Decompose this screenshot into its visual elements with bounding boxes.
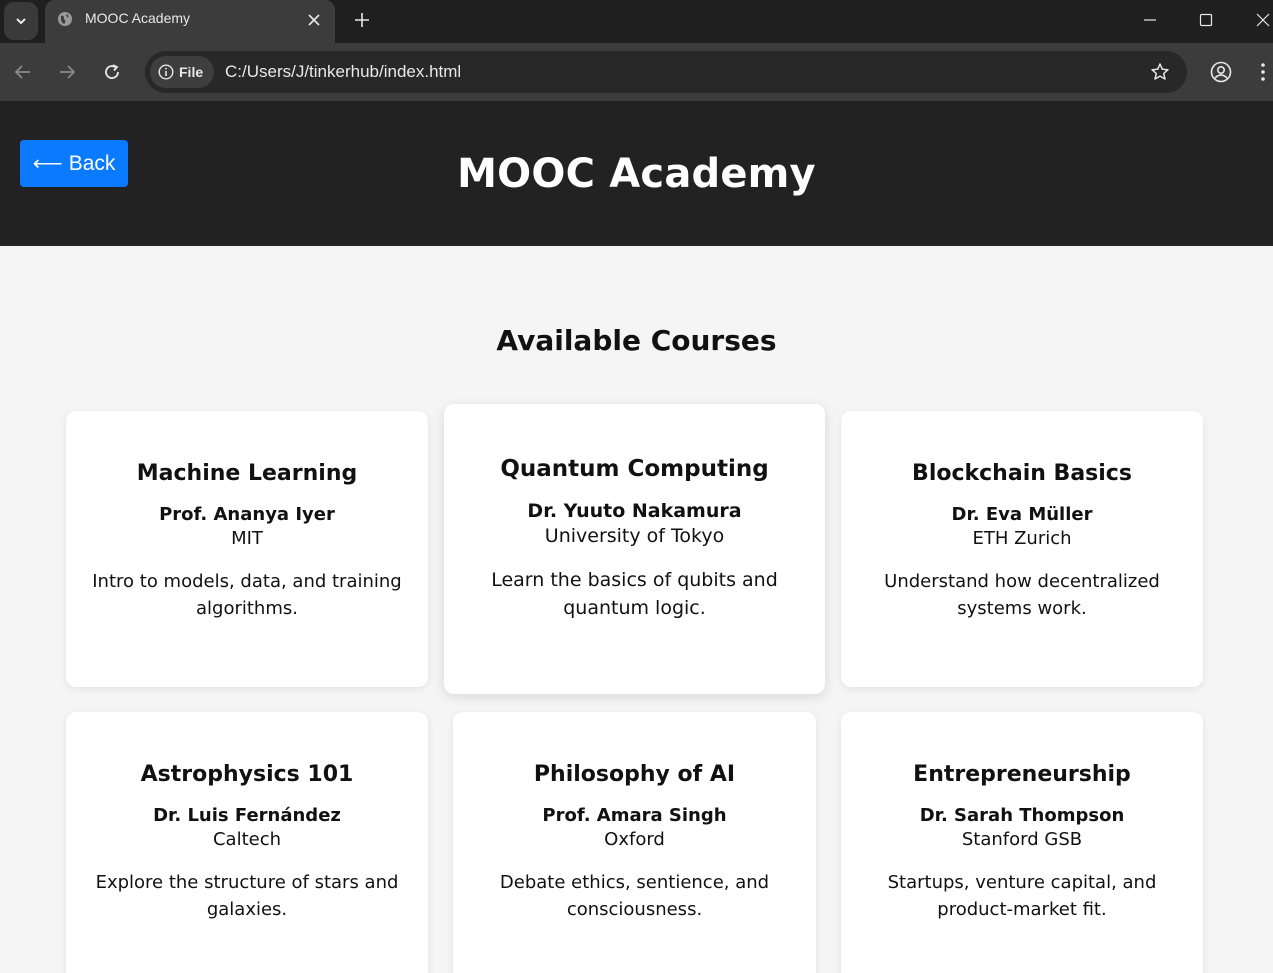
chip-label: File: [179, 64, 204, 80]
course-title: Astrophysics 101: [140, 762, 354, 787]
browser-tab[interactable]: MOOC Academy: [45, 0, 335, 43]
course-description: Startups, venture capital, and product-m…: [887, 872, 1157, 920]
kebab-menu-icon: [1261, 63, 1265, 81]
course-title: Philosophy of AI: [533, 762, 736, 787]
course-institution: Caltech: [212, 829, 282, 850]
reload-icon: [105, 64, 119, 79]
course-professor: Prof. Amara Singh: [542, 805, 727, 826]
course-card[interactable]: Philosophy of AI Prof. Amara Singh Oxfor…: [453, 712, 816, 973]
section-title: Available Courses: [496, 324, 777, 357]
course-institution: University of Tokyo: [544, 525, 725, 547]
maximize-icon: [1199, 13, 1213, 27]
course-title: Blockchain Basics: [912, 461, 1132, 486]
forward-nav-button[interactable]: [54, 59, 80, 85]
tab-search-button[interactable]: [4, 2, 38, 40]
browser-toolbar: File C:/Users/J/tinkerhub/index.html: [0, 43, 1273, 101]
course-institution: ETH Zurich: [972, 528, 1072, 549]
course-description: Learn the basics of qubits and quantum l…: [491, 569, 778, 619]
maximize-button[interactable]: [1192, 8, 1220, 32]
tab-close-button[interactable]: [305, 11, 323, 29]
course-professor: Prof. Ananya Iyer: [159, 504, 335, 525]
globe-icon: [58, 12, 72, 26]
course-professor: Dr. Luis Fernández: [153, 805, 341, 826]
course-institution: MIT: [231, 528, 263, 549]
back-nav-button[interactable]: [10, 59, 36, 85]
minimize-icon: [1144, 19, 1156, 21]
course-professor: Dr. Yuuto Nakamura: [527, 500, 742, 522]
window-close-icon: [1256, 13, 1270, 27]
address-bar[interactable]: File C:/Users/J/tinkerhub/index.html: [145, 51, 1187, 93]
forward-arrow-icon: [60, 65, 76, 79]
course-title: Entrepreneurship: [913, 762, 1131, 787]
star-icon: [1151, 63, 1169, 80]
course-card[interactable]: Blockchain Basics Dr. Eva Müller ETH Zur…: [841, 411, 1203, 687]
course-description: Debate ethics, sentience, and consciousn…: [499, 872, 770, 920]
course-card[interactable]: Astrophysics 101 Dr. Luis Fernández Calt…: [66, 712, 428, 973]
course-description: Understand how decentralized systems wor…: [884, 571, 1160, 619]
info-icon: [158, 64, 174, 80]
back-arrow-icon: [14, 65, 30, 79]
site-title: MOOC Academy: [457, 151, 816, 197]
reload-button[interactable]: [99, 59, 125, 85]
course-card[interactable]: Machine Learning Prof. Ananya Iyer MIT I…: [66, 411, 428, 687]
browser-tab-bar: MOOC Academy: [0, 0, 1273, 43]
close-icon: [308, 14, 320, 26]
tab-title: MOOC Academy: [85, 10, 191, 26]
minimize-button[interactable]: [1136, 8, 1164, 32]
window-close-button[interactable]: [1249, 8, 1273, 32]
course-institution: Oxford: [604, 829, 665, 850]
course-title: Quantum Computing: [500, 456, 769, 482]
site-header: ⟵ Back MOOC Academy: [0, 101, 1273, 246]
browser-menu-button[interactable]: [1256, 59, 1270, 85]
chevron-down-icon: [16, 18, 26, 25]
url-text[interactable]: C:/Users/J/tinkerhub/index.html: [225, 62, 461, 82]
course-card[interactable]: Entrepreneurship Dr. Sarah Thompson Stan…: [841, 712, 1203, 973]
course-professor: Dr. Sarah Thompson: [919, 805, 1125, 826]
profile-button[interactable]: [1208, 59, 1234, 85]
course-professor: Dr. Eva Müller: [951, 504, 1093, 525]
course-description: Intro to models, data, and training algo…: [92, 571, 402, 619]
plus-icon: [355, 13, 369, 27]
course-title: Machine Learning: [136, 461, 358, 486]
profile-icon: [1210, 61, 1232, 83]
bookmark-button[interactable]: [1149, 61, 1171, 83]
new-tab-button[interactable]: [350, 8, 374, 32]
course-card[interactable]: Quantum Computing Dr. Yuuto Nakamura Uni…: [444, 404, 825, 694]
site-info-chip[interactable]: File: [150, 56, 214, 88]
course-description: Explore the structure of stars and galax…: [95, 872, 399, 920]
course-institution: Stanford GSB: [961, 829, 1083, 850]
